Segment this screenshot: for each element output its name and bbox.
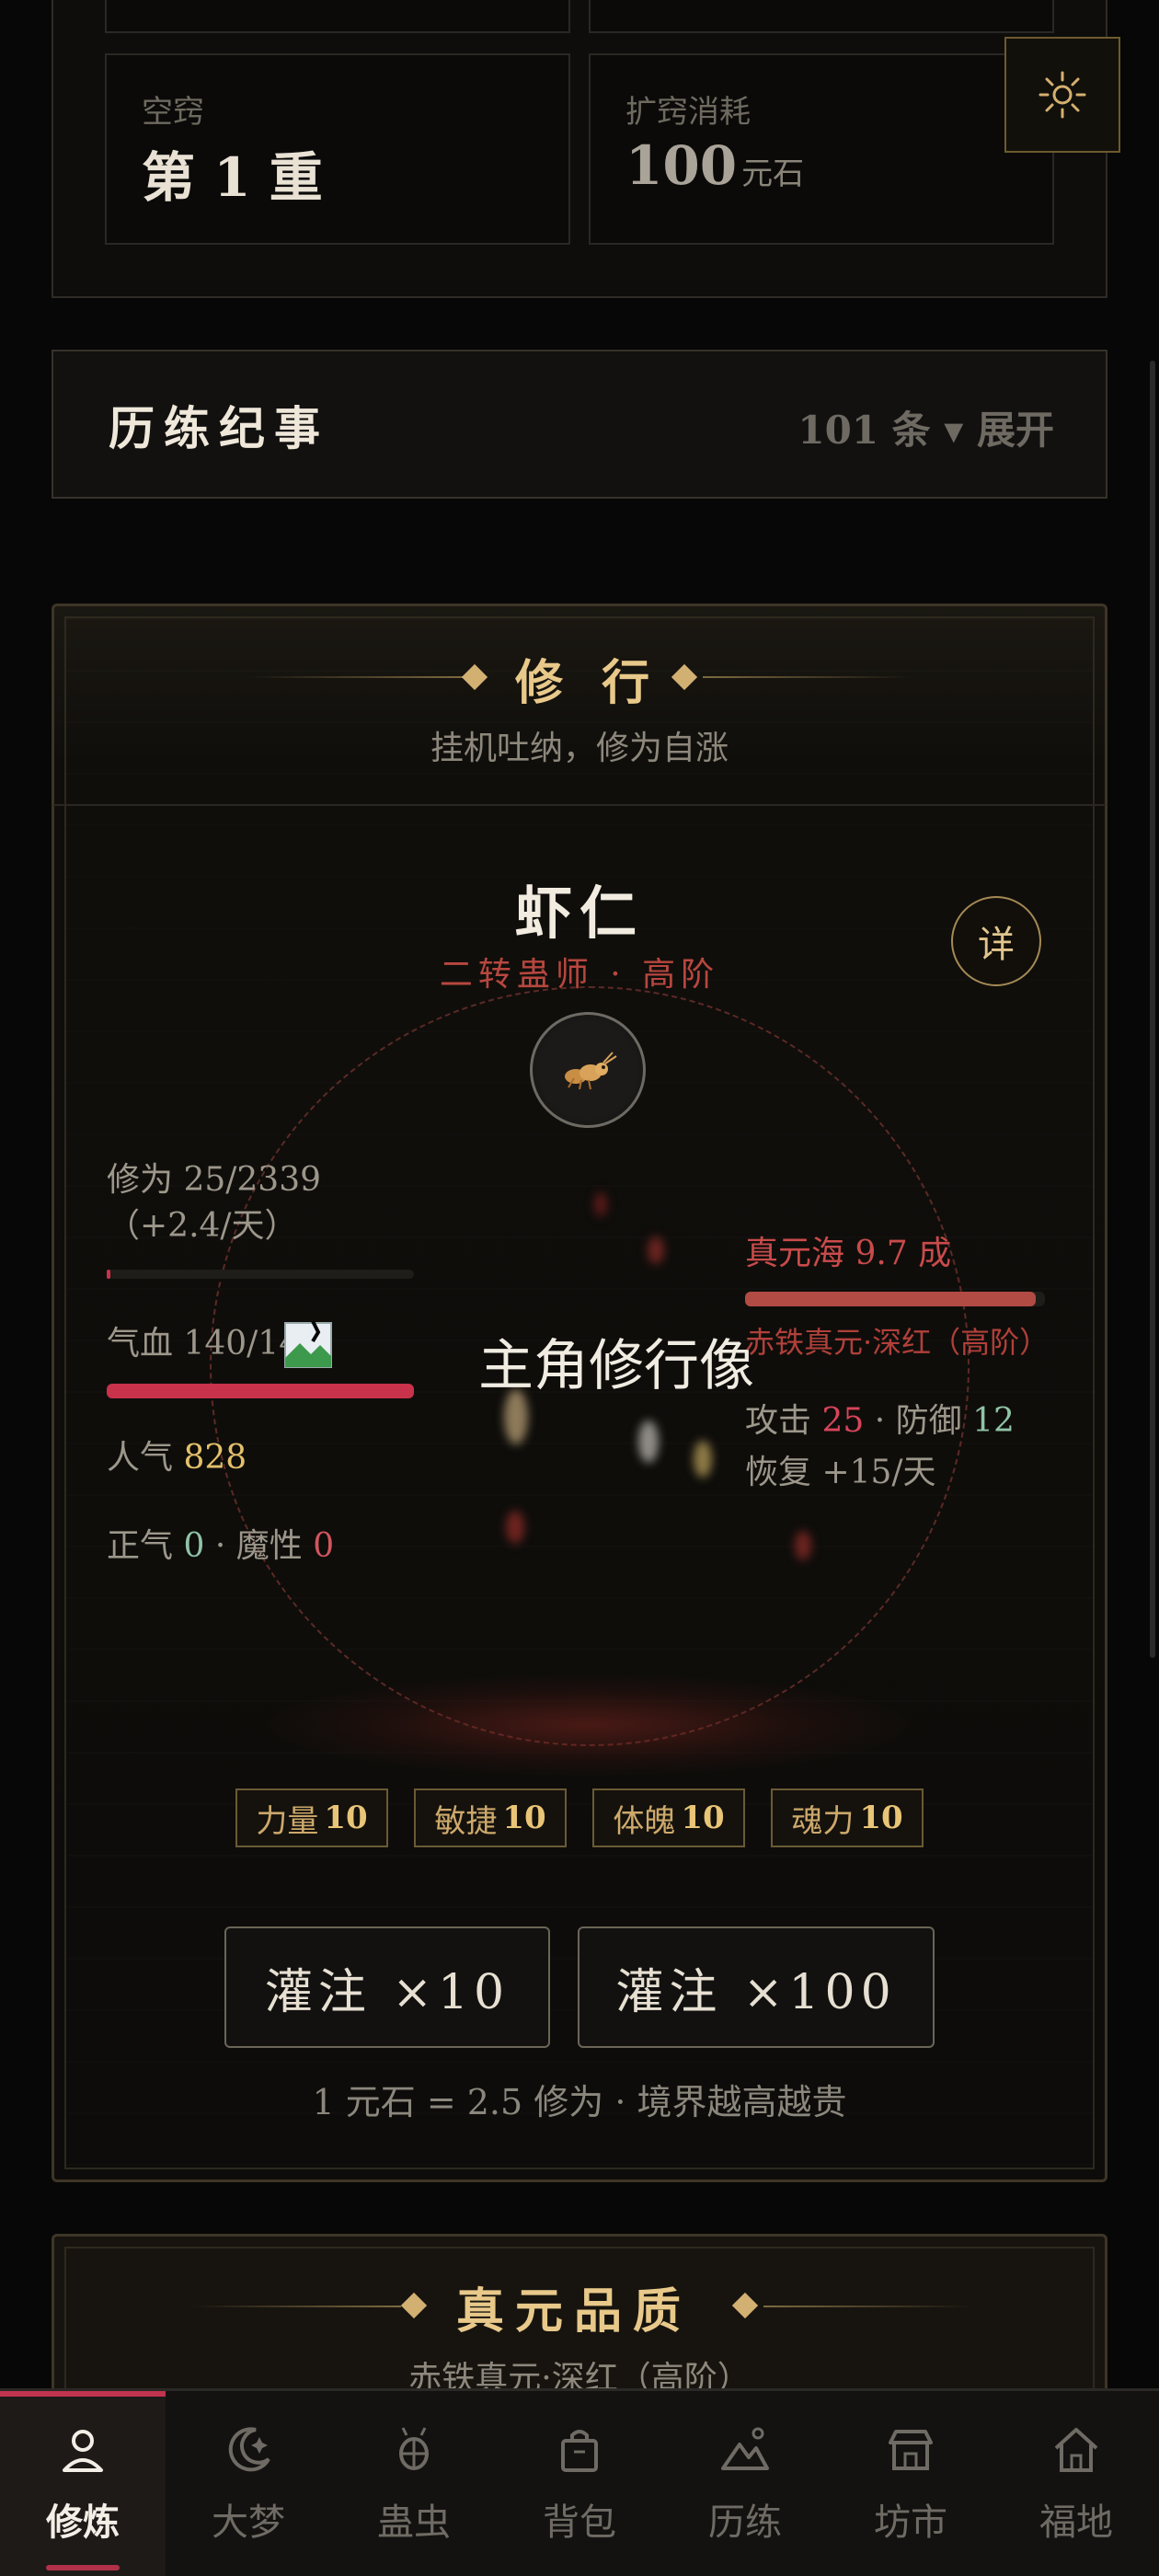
chronicle-panel[interactable]: 历练纪事 101 条 ▾ 展开: [52, 350, 1107, 499]
popularity-label: 人气: [107, 1439, 174, 1477]
spirit-mote: [795, 1531, 811, 1560]
spirit-mote: [648, 1236, 664, 1264]
expand-cost-cell: 扩窍消耗 100 元石: [589, 53, 1054, 245]
nav-label: 蛊虫: [377, 2501, 451, 2544]
aperture-cell-top-right: [589, 0, 1054, 33]
defense-label: 防御: [895, 1402, 962, 1440]
shrimp-gu-icon: [565, 1052, 617, 1090]
title-ornament-left: [193, 2306, 401, 2307]
demonic-value: 0: [313, 1527, 335, 1565]
portrait-glow: [267, 1674, 911, 1776]
aperture-level-cell: 空窍 第 1 重: [105, 53, 570, 245]
title-ornament-right: [763, 2306, 971, 2307]
attr-label: 魂力: [791, 1802, 855, 1840]
cultivation-subtitle: 挂机吐纳，修为自涨: [430, 730, 729, 767]
popularity-value: 828: [183, 1439, 247, 1477]
nav-item-trial[interactable]: 历练: [662, 2391, 828, 2576]
righteous-value: 0: [183, 1527, 205, 1565]
sea-label: 真元海: [745, 1235, 845, 1272]
nav-item-dream[interactable]: 大梦: [166, 2391, 331, 2576]
attack-value: 25: [821, 1402, 865, 1440]
sea-row: 真元海 9.7 成: [745, 1231, 951, 1277]
essence-desc: 赤铁真元·深红（高阶）: [745, 1325, 1050, 1360]
spirit-mote: [638, 1420, 659, 1463]
nav-label: 大梦: [212, 2501, 285, 2544]
attr-label: 敏捷: [434, 1802, 498, 1840]
cultivation-title: 修 行: [515, 655, 661, 711]
nav-label: 历练: [708, 2501, 782, 2544]
attr-value: 10: [681, 1800, 725, 1836]
section-divider: [53, 804, 1106, 806]
companion-gu-avatar[interactable]: [530, 1012, 646, 1128]
expand-cost-row: 100 元石: [625, 134, 804, 197]
chronicle-title: 历练纪事: [109, 401, 329, 455]
nav-item-gu[interactable]: 蛊虫: [331, 2391, 497, 2576]
attr-soul: 魂力 10: [771, 1788, 924, 1847]
defense-value: 12: [972, 1402, 1015, 1440]
exchange-rate-note: 1 元石 = 2.5 修为 · 境界越高越贵: [312, 2082, 847, 2122]
spirit-mote: [694, 1441, 712, 1478]
nav-label: 福地: [1039, 2501, 1113, 2544]
attr-value: 10: [502, 1800, 546, 1836]
nav-label: 背包: [543, 2501, 616, 2544]
expand-cost-unit: 元石: [741, 155, 805, 192]
expand-cost-label: 扩窍消耗: [625, 94, 751, 131]
righteous-label: 正气: [107, 1527, 174, 1565]
combat-row: 攻击 25 · 防御 12: [745, 1402, 1015, 1440]
attr-physique: 体魄 10: [592, 1788, 745, 1847]
settings-button[interactable]: [1004, 37, 1120, 153]
attr-label: 体魄: [613, 1802, 676, 1840]
title-ornament-left: [248, 676, 465, 678]
aperture-cell-top-left: [105, 0, 570, 33]
broken-image-icon: [281, 1317, 339, 1373]
detail-button[interactable]: 详: [951, 896, 1041, 986]
sea-value: 9.7 成: [855, 1235, 952, 1272]
bug-icon: [399, 2426, 429, 2470]
aperture-label: 空窍: [142, 94, 204, 131]
attr-agility: 敏捷 10: [414, 1788, 567, 1847]
sea-bar-fill: [745, 1292, 1037, 1306]
nav-item-cultivate[interactable]: 修炼: [0, 2391, 166, 2576]
character-name: 虾仁: [514, 880, 644, 947]
hp-bar: [107, 1384, 414, 1398]
cultivation-bar: [107, 1270, 414, 1279]
demonic-label: 魔性: [235, 1527, 303, 1565]
cultivation-progress-text: 修为 25/2339（+2.4/天）: [107, 1161, 321, 1245]
scrollbar[interactable]: [1150, 361, 1155, 1658]
nav-item-bag[interactable]: 背包: [497, 2391, 662, 2576]
bag-icon: [561, 2429, 598, 2472]
spirit-mote: [594, 1192, 607, 1216]
attack-label: 攻击: [745, 1402, 812, 1440]
home-icon: [1054, 2427, 1098, 2472]
nav-label: 修炼: [46, 2500, 120, 2544]
pour-10-button[interactable]: 灌注 ×10: [224, 1926, 550, 2048]
nav-item-blessed-land[interactable]: 福地: [993, 2391, 1159, 2576]
cultivation-bar-fill: [107, 1270, 110, 1279]
aperture-value: 第 1 重: [142, 146, 323, 209]
portrait-placeholder-text: 主角修行像: [478, 1334, 754, 1398]
expand-cost-value: 100: [625, 134, 738, 197]
gear-icon: [1039, 71, 1086, 119]
essence-quality-title: 真元品质: [456, 2283, 693, 2340]
popularity-row: 人气 828: [107, 1435, 247, 1481]
alignment-row: 正气 0 · 魔性 0: [107, 1527, 335, 1565]
attr-strength: 力量 10: [235, 1788, 388, 1847]
attr-value: 10: [324, 1800, 368, 1836]
person-icon: [63, 2429, 103, 2472]
moon-icon: [228, 2426, 270, 2471]
sea-bar: [745, 1292, 1045, 1306]
nav-label: 坊市: [874, 2501, 947, 2544]
pour-100-button[interactable]: 灌注 ×100: [578, 1926, 935, 2048]
hp-bar-fill: [107, 1384, 414, 1398]
shop-icon: [889, 2429, 933, 2470]
nav-item-market[interactable]: 坊市: [828, 2391, 993, 2576]
attr-label: 力量: [256, 1802, 319, 1840]
mountain-icon: [721, 2427, 769, 2470]
chronicle-expand-toggle[interactable]: 101 条 ▾ 展开: [798, 399, 1054, 455]
title-ornament-right: [703, 676, 911, 678]
recovery-text: 恢复 +15/天: [745, 1454, 936, 1491]
bottom-nav: 修炼 大梦 蛊虫 背包 历练 坊市 福地: [0, 2388, 1159, 2576]
attr-value: 10: [859, 1800, 903, 1836]
spirit-mote: [506, 1511, 524, 1544]
